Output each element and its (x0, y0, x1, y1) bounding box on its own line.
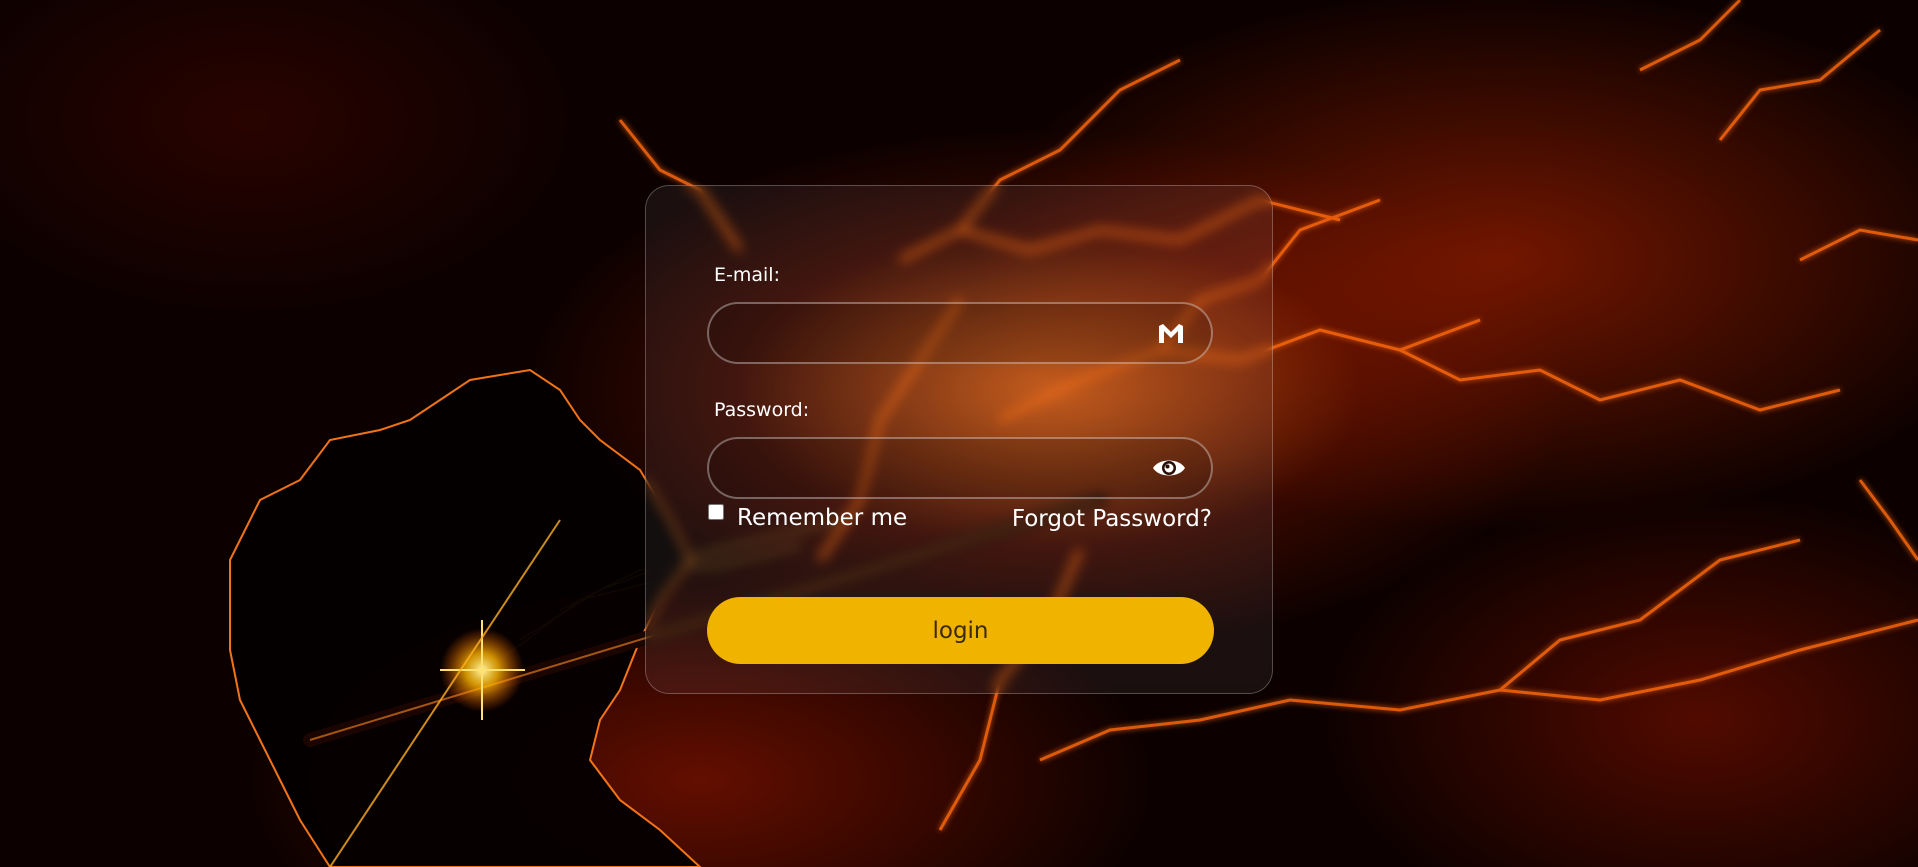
password-field-wrapper[interactable] (707, 437, 1213, 499)
remember-me-label: Remember me (737, 505, 908, 531)
eye-icon[interactable] (1151, 453, 1187, 483)
remember-me-checkbox[interactable] (708, 504, 724, 520)
login-page: E-mail: Password: Remember me Forgot Pas… (0, 0, 1918, 867)
email-field-wrapper[interactable] (707, 302, 1213, 364)
password-label: Password: (714, 399, 810, 421)
swordsman-silhouette (229, 368, 702, 867)
remember-me[interactable]: Remember me (708, 504, 907, 532)
email-label: E-mail: (714, 264, 780, 286)
login-button[interactable]: login (707, 597, 1214, 664)
login-card: E-mail: Password: Remember me Forgot Pas… (645, 185, 1273, 694)
gmail-icon (1159, 324, 1183, 343)
email-input[interactable] (733, 304, 1137, 364)
password-input[interactable] (733, 439, 1137, 499)
forgot-password-link[interactable]: Forgot Password? (1012, 506, 1212, 532)
login-options-row: Remember me Forgot Password? (708, 504, 1214, 536)
